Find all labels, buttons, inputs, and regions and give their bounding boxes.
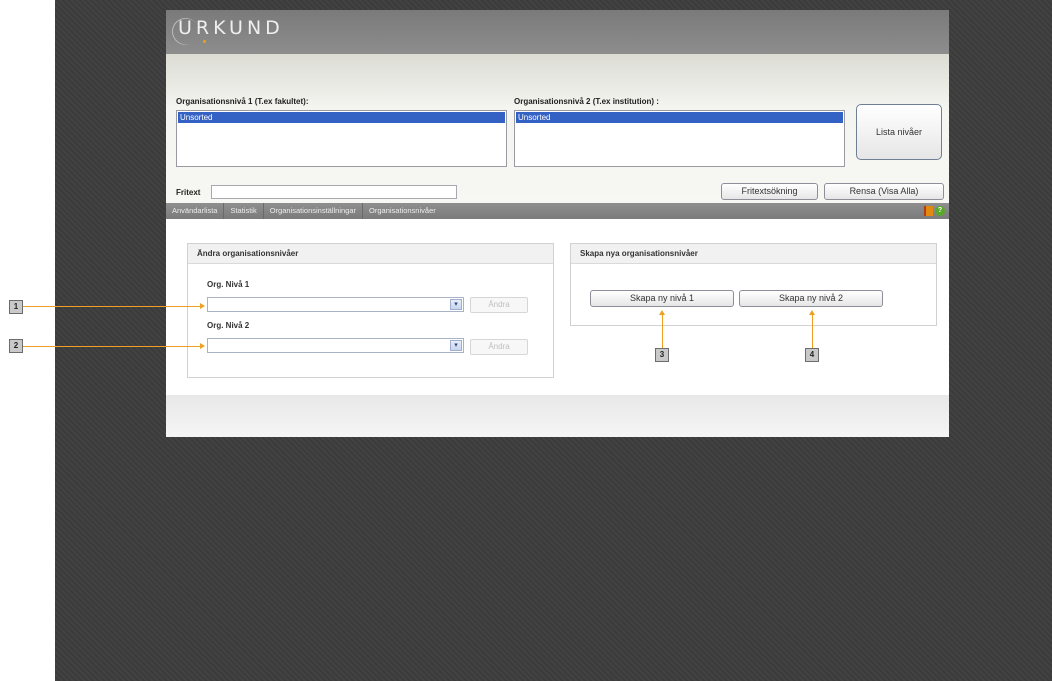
callout-1-line — [23, 306, 201, 307]
level1-option[interactable]: Unsorted — [178, 112, 505, 123]
clear-button[interactable]: Rensa (Visa Alla) — [824, 183, 944, 200]
footer-bar — [166, 395, 949, 437]
logo: URKUND — [178, 17, 284, 39]
level1-listbox[interactable]: Unsorted — [176, 110, 507, 167]
tab-bar: Användarlista Statistik Organisationsins… — [166, 203, 949, 219]
callout-4: 4 — [805, 348, 819, 362]
callout-2: 2 — [9, 339, 23, 353]
edit-level2-label: Org. Nivå 2 — [207, 321, 250, 330]
level2-listbox[interactable]: Unsorted — [514, 110, 845, 167]
header-bar: URKUND — [166, 10, 949, 54]
list-levels-button[interactable]: Lista nivåer — [856, 104, 942, 160]
create-level1-button[interactable]: Skapa ny nivå 1 — [590, 290, 734, 307]
tab-icons: ? — [924, 206, 945, 216]
callout-1-arrow — [200, 303, 205, 309]
level2-label: Organisationsnivå 2 (T.ex institution) : — [514, 97, 659, 106]
logo-dot-icon — [203, 40, 206, 43]
content-area: Ändra organisationsnivåer Org. Nivå 1 ▾ … — [166, 219, 949, 395]
edit-level1-label: Org. Nivå 1 — [207, 280, 250, 289]
app-window: URKUND Organisationsnivå 1 (T.ex fakulte… — [166, 10, 949, 437]
filter-area: Organisationsnivå 1 (T.ex fakultet): Uns… — [166, 54, 949, 208]
tab-organisation-settings[interactable]: Organisationsinställningar — [264, 203, 364, 219]
edit-level2-select[interactable]: ▾ — [207, 338, 464, 353]
create-level2-button[interactable]: Skapa ny nivå 2 — [739, 290, 883, 307]
callout-4-line — [812, 314, 813, 348]
edit-level1-select[interactable]: ▾ — [207, 297, 464, 312]
edit-levels-panel: Ändra organisationsnivåer Org. Nivå 1 ▾ … — [187, 243, 554, 378]
level1-label: Organisationsnivå 1 (T.ex fakultet): — [176, 97, 309, 106]
callout-1: 1 — [9, 300, 23, 314]
edit-level2-button[interactable]: Ändra — [470, 339, 528, 355]
create-levels-title: Skapa nya organisationsnivåer — [571, 244, 936, 264]
edit-levels-title: Ändra organisationsnivåer — [188, 244, 553, 264]
chevron-down-icon[interactable]: ▾ — [450, 340, 462, 351]
callout-2-line — [23, 346, 201, 347]
fritext-search-button[interactable]: Fritextsökning — [721, 183, 818, 200]
book-icon[interactable] — [924, 206, 933, 216]
chevron-down-icon[interactable]: ▾ — [450, 299, 462, 310]
fritext-input[interactable] — [211, 185, 457, 199]
level2-option[interactable]: Unsorted — [516, 112, 843, 123]
callout-2-arrow — [200, 343, 205, 349]
callout-3: 3 — [655, 348, 669, 362]
callout-3-line — [662, 314, 663, 348]
tab-user-list[interactable]: Användarlista — [166, 203, 225, 219]
help-icon[interactable]: ? — [935, 206, 945, 216]
tab-statistics[interactable]: Statistik — [224, 203, 264, 219]
create-levels-panel: Skapa nya organisationsnivåer Skapa ny n… — [570, 243, 937, 326]
fritext-label: Fritext — [176, 188, 201, 197]
tab-organisation-levels[interactable]: Organisationsnivåer — [363, 203, 442, 219]
edit-level1-button[interactable]: Ändra — [470, 297, 528, 313]
